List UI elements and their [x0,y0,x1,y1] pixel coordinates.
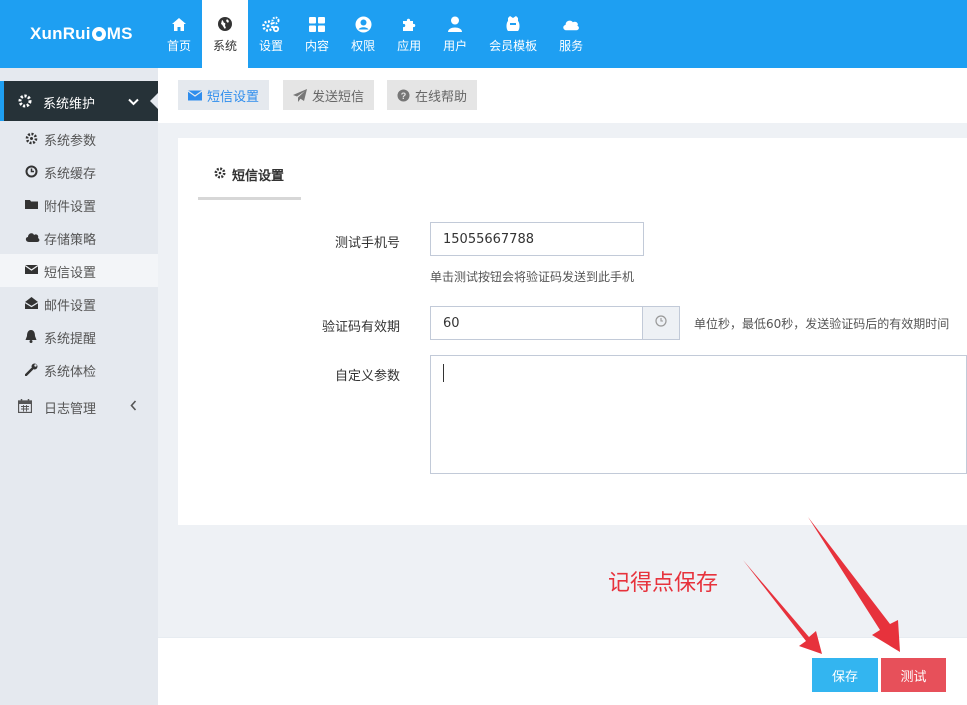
test-phone-input[interactable]: 15055667788 [430,222,644,256]
phone-help-text: 单击测试按钮会将验证码发送到此手机 [430,270,635,284]
expire-help-text: 单位秒，最低60秒，发送验证码后的有效期时间 [694,317,950,331]
expire-addon [642,306,680,340]
user-icon [446,15,464,33]
sidebar-item-system-params[interactable]: 系统参数 [0,122,158,155]
envelope-icon [24,264,39,277]
cloud-icon [25,231,40,244]
sidebar-item-health-check[interactable]: 系统体检 [0,353,158,386]
clock-icon [655,315,667,331]
sidebar-item-storage[interactable]: 存储策略 [0,221,158,254]
gear-icon [214,167,226,183]
arrow-to-test-icon [808,517,900,652]
tab-sms-settings-panel[interactable]: 短信设置 [198,138,301,200]
top-header: XunRui MS 首页 系统 设置 内容 权限 应用 用户 会员模板 服务 [0,0,967,68]
expire-label: 验证码有效期 [321,320,400,335]
action-toolbar: 短信设置 发送短信 ? 在线帮助 [158,68,967,123]
brand-logo[interactable]: XunRui MS [30,24,133,44]
sidebar-group-system-maintenance[interactable]: 系统维护 [0,81,158,121]
save-button[interactable]: 保存 [812,658,878,692]
puzzle-icon [400,15,418,33]
sidebar-item-sms[interactable]: 短信设置 [0,254,158,287]
top-nav: 首页 系统 设置 内容 权限 应用 用户 会员模板 服务 [156,0,594,68]
bell-icon [25,330,38,343]
tab-sms-settings[interactable]: 短信设置 [178,80,270,110]
home-icon [170,15,188,33]
nav-permission[interactable]: 权限 [340,0,386,68]
cloud-icon [562,15,580,33]
envelope-icon [188,90,202,101]
gear-icon [18,94,32,112]
nav-settings[interactable]: 设置 [248,0,294,68]
envelope-open-icon [24,297,39,310]
chevron-left-icon [130,400,137,415]
cog-icon [25,132,38,145]
user-circle-icon [354,15,372,33]
expire-input[interactable]: 60 [430,306,643,340]
annotation-text: 记得点保存 [608,571,719,596]
phone-label: 测试手机号 [334,236,400,251]
clock-icon [25,165,38,178]
svg-text:?: ? [401,91,407,101]
sidebar-item-system-cache[interactable]: 系统缓存 [0,155,158,188]
params-label: 自定义参数 [334,369,400,384]
globe-icon [216,15,234,33]
sidebar-notch [150,93,158,109]
sidebar-group-log[interactable]: 日志管理 [0,390,158,423]
calendar-icon [17,399,33,417]
sidebar-item-attachment[interactable]: 附件设置 [0,188,158,221]
sms-settings-panel: 短信设置 测试手机号 15055667788 单击测试按钮会将验证码发送到此手机… [178,138,967,525]
nav-system[interactable]: 系统 [202,0,249,68]
folder-icon [25,198,38,211]
nav-member-template[interactable]: 会员模板 [478,0,548,68]
sidebar: 系统维护 系统参数 系统缓存 附件设置 存储策略 短信设置 邮件设置 系统提醒 … [0,68,158,705]
tab-online-help[interactable]: ? 在线帮助 [387,80,478,110]
nav-content[interactable]: 内容 [294,0,340,68]
test-button[interactable]: 测试 [881,658,946,692]
nav-apps[interactable]: 应用 [386,0,432,68]
cogs-icon [262,15,280,33]
question-circle-icon: ? [397,89,410,102]
nav-service[interactable]: 服务 [548,0,594,68]
wrench-icon [24,363,38,377]
template-icon [504,15,522,33]
nav-users[interactable]: 用户 [432,0,478,68]
paper-plane-icon [293,88,307,102]
text-cursor [443,364,444,382]
active-indicator [0,81,4,121]
nav-home[interactable]: 首页 [156,0,202,68]
tab-send-sms[interactable]: 发送短信 [283,80,375,110]
sidebar-item-email[interactable]: 邮件设置 [0,287,158,320]
sidebar-item-reminder[interactable]: 系统提醒 [0,320,158,353]
custom-params-textarea[interactable] [430,355,967,474]
chevron-down-icon [128,95,139,110]
grid-icon [308,15,326,33]
